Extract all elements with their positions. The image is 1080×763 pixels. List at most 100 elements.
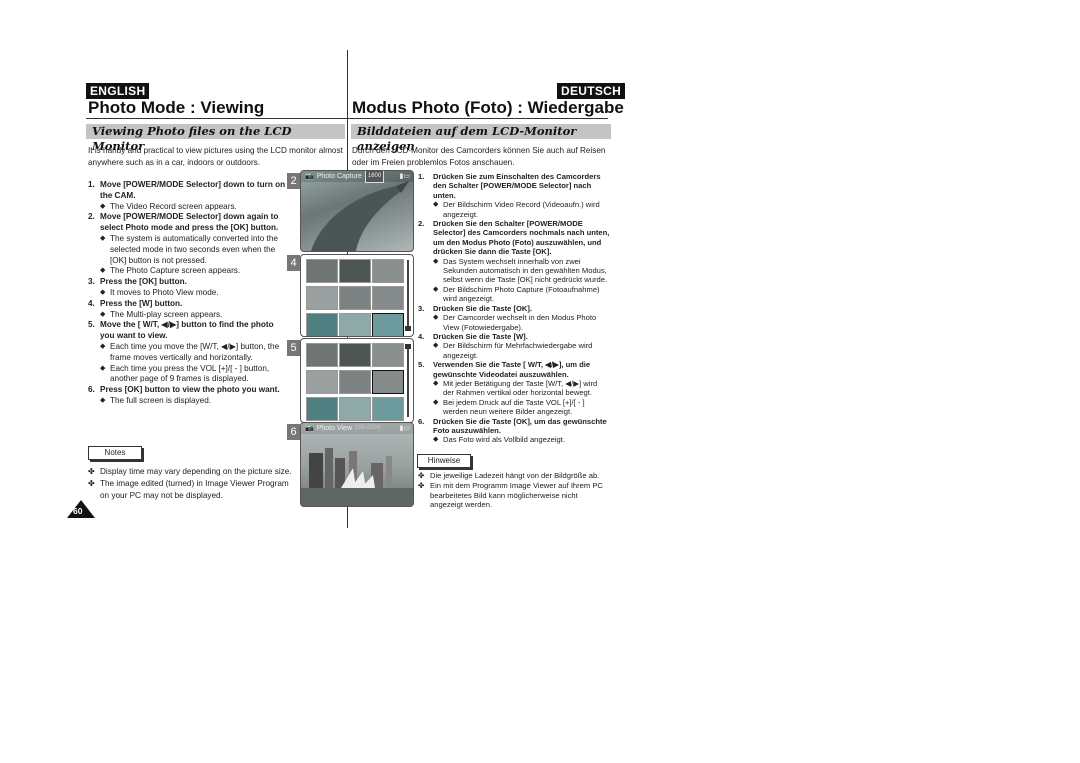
thumbnail[interactable] bbox=[372, 343, 404, 367]
step-bullet: ◆ The Multi-play screen appears. bbox=[88, 310, 288, 321]
thumbnail[interactable] bbox=[306, 286, 338, 310]
bullet-icon: ◆ bbox=[100, 364, 106, 372]
bullet-icon: ◆ bbox=[100, 202, 106, 210]
bullet-icon: ◆ bbox=[433, 379, 439, 387]
screen-overlay: 📷 Photo View 100-0024 ▮▭ bbox=[301, 423, 413, 434]
step-text: Press the [W] button. bbox=[100, 298, 183, 308]
english-subtitle: Viewing Photo files on the LCD Monitor bbox=[86, 124, 345, 153]
thumbnail[interactable] bbox=[306, 343, 338, 367]
bullet-text: Das Foto wird als Vollbild angezeigt. bbox=[443, 435, 565, 445]
file-counter: 100-0024 bbox=[355, 425, 381, 431]
step-bullet: ◆ The full screen is displayed. bbox=[88, 396, 288, 407]
step-bullet: ◆ Das System wechselt innerhalb von zwei … bbox=[418, 257, 610, 285]
thumbnail[interactable] bbox=[339, 343, 371, 367]
thumbnail[interactable] bbox=[339, 370, 371, 394]
thumbnail[interactable] bbox=[306, 397, 338, 421]
german-subtitle: Bilddateien auf dem LCD-Monitor anzeigen bbox=[351, 124, 611, 153]
multi-play-screen bbox=[300, 338, 414, 423]
step-text: Move the [ W/T, ◀/▶] button to find the … bbox=[100, 320, 274, 341]
thumbnail[interactable] bbox=[372, 370, 404, 394]
bullet-icon: ◆ bbox=[100, 396, 106, 404]
step-item: 2. Move [POWER/MODE Selector] down again … bbox=[88, 212, 288, 234]
step-item: 5. Verwenden Sie die Taste [ W/T, ◀/▶], u… bbox=[418, 360, 610, 379]
step-number: 2. bbox=[418, 219, 425, 229]
bullet-text: Mit jeder Betätigung der Taste [W/T, ◀/▶… bbox=[443, 378, 598, 398]
bullet-text: The Photo Capture screen appears. bbox=[110, 266, 241, 276]
thumbnail[interactable] bbox=[306, 370, 338, 394]
step-bullet: ◆ Das Foto wird als Vollbild angezeigt. bbox=[418, 435, 610, 444]
step-bullet: ◆ It moves to Photo View mode. bbox=[88, 288, 288, 299]
step-number: 1. bbox=[88, 180, 95, 189]
step-bullet: ◆ Each time you move the [W/T, ◀/▶] butto… bbox=[88, 342, 288, 364]
scrollbar-thumb[interactable] bbox=[405, 344, 411, 349]
note-item: ✤ Die jeweilige Ladezeit hängt von der Bi… bbox=[418, 471, 600, 480]
bullet-text: Bei jedem Druck auf die Taste VOL [+]/[ … bbox=[443, 397, 585, 417]
step-number: 6. bbox=[88, 385, 95, 395]
bullet-icon: ◆ bbox=[433, 257, 439, 265]
bullet-text: Each time you press the VOL [+]/[ - ] bu… bbox=[110, 363, 270, 384]
step-item: 1. Drücken Sie zum Einschalten des Camcor… bbox=[418, 172, 610, 200]
thumbnail-grid bbox=[306, 343, 404, 421]
step-bullet: ◆ Der Bildschirm für Mehrfachwiedergabe w… bbox=[418, 341, 610, 360]
scrollbar[interactable] bbox=[407, 344, 409, 417]
step-bullet: ◆ The Video Record screen appears. bbox=[88, 202, 288, 213]
bullet-text: Der Bildschirm Video Record (Videoaufn.)… bbox=[443, 200, 600, 219]
dolphin-image bbox=[311, 181, 409, 251]
step-text: Verwenden Sie die Taste [ W/T, ◀/▶], um … bbox=[433, 360, 591, 379]
bullet-icon: ◆ bbox=[433, 398, 439, 406]
photo-capture-screen: 📷 Photo Capture 1600 ▮▭ bbox=[300, 170, 414, 252]
thumbnail[interactable] bbox=[339, 397, 371, 421]
english-steps: 1. Move [POWER/MODE Selector] down to tur… bbox=[88, 180, 288, 407]
thumbnail[interactable] bbox=[339, 313, 371, 336]
bullet-icon: ◆ bbox=[433, 285, 439, 293]
step-number: 4. bbox=[418, 331, 425, 341]
hinweise-label: Hinweise bbox=[417, 454, 471, 468]
step-bullet: ◆ Each time you press the VOL [+]/[ - ] b… bbox=[88, 364, 288, 386]
step-text: Drücken Sie die Taste [OK], um das gewün… bbox=[433, 416, 607, 435]
step-item: 6. Press [OK] button to view the photo yo… bbox=[88, 385, 288, 396]
multi-play-screen bbox=[300, 254, 414, 337]
english-label: ENGLISH bbox=[86, 83, 150, 99]
figure-number: 5 bbox=[287, 340, 300, 356]
german-label: DEUTSCH bbox=[557, 83, 626, 99]
step-text: Drücken Sie die Taste [OK]. bbox=[433, 303, 533, 313]
thumbnail[interactable] bbox=[372, 397, 404, 421]
thumbnail[interactable] bbox=[372, 313, 404, 336]
step-number: 3. bbox=[418, 303, 425, 313]
step-number: 4. bbox=[88, 298, 95, 308]
german-steps: 1. Drücken Sie zum Einschalten des Camcor… bbox=[418, 172, 610, 445]
bullet-text: The Multi-play screen appears. bbox=[110, 309, 223, 319]
bullet-icon: ◆ bbox=[100, 288, 106, 296]
step-item: 2. Drücken Sie den Schalter [POWER/MODE S… bbox=[418, 219, 610, 257]
note-item: ✤ Display time may vary depending on the … bbox=[88, 467, 292, 476]
camera-icon: 📷 bbox=[305, 425, 314, 432]
step-item: 3. Drücken Sie die Taste [OK]. bbox=[418, 304, 610, 313]
step-bullet: ◆ Der Bildschirm Video Record (Videoaufn.… bbox=[418, 200, 610, 219]
camera-icon: 📷 bbox=[305, 173, 314, 180]
step-item: 5. Move the [ W/T, ◀/▶] button to find th… bbox=[88, 320, 288, 342]
scrollbar-thumb[interactable] bbox=[405, 326, 411, 331]
bullet-text: Der Camcorder wechselt in den Modus Phot… bbox=[443, 313, 597, 332]
thumbnail[interactable] bbox=[306, 259, 338, 283]
step-bullet: ◆ Mit jeder Betätigung der Taste [W/T, ◀/… bbox=[418, 379, 610, 398]
bullet-icon: ◆ bbox=[100, 342, 106, 350]
bullet-icon: ◆ bbox=[433, 201, 439, 209]
thumbnail[interactable] bbox=[306, 313, 338, 336]
thumbnail[interactable] bbox=[372, 259, 404, 283]
bullet-icon: ◆ bbox=[433, 314, 439, 322]
thumbnail[interactable] bbox=[339, 286, 371, 310]
thumbnail[interactable] bbox=[372, 286, 404, 310]
figure-number: 2 bbox=[287, 173, 300, 189]
bullet-icon: ◆ bbox=[100, 310, 106, 318]
thumbnail[interactable] bbox=[339, 259, 371, 283]
city-image bbox=[301, 448, 413, 506]
bullet-text: Der Bildschirm Photo Capture (Fotoaufnah… bbox=[443, 284, 600, 304]
step-bullet: ◆ Der Camcorder wechselt in den Modus Pho… bbox=[418, 313, 610, 332]
scrollbar[interactable] bbox=[407, 260, 409, 331]
step-item: 6. Drücken Sie die Taste [OK], um das gew… bbox=[418, 417, 610, 436]
step-text: Move [POWER/MODE Selector] down again to… bbox=[100, 212, 279, 233]
bullet-text: Each time you move the [W/T, ◀/▶] button… bbox=[110, 341, 280, 362]
notes-label: Notes bbox=[88, 446, 142, 460]
note-icon: ✤ bbox=[88, 467, 95, 476]
page-number-badge: 60 bbox=[67, 500, 95, 518]
